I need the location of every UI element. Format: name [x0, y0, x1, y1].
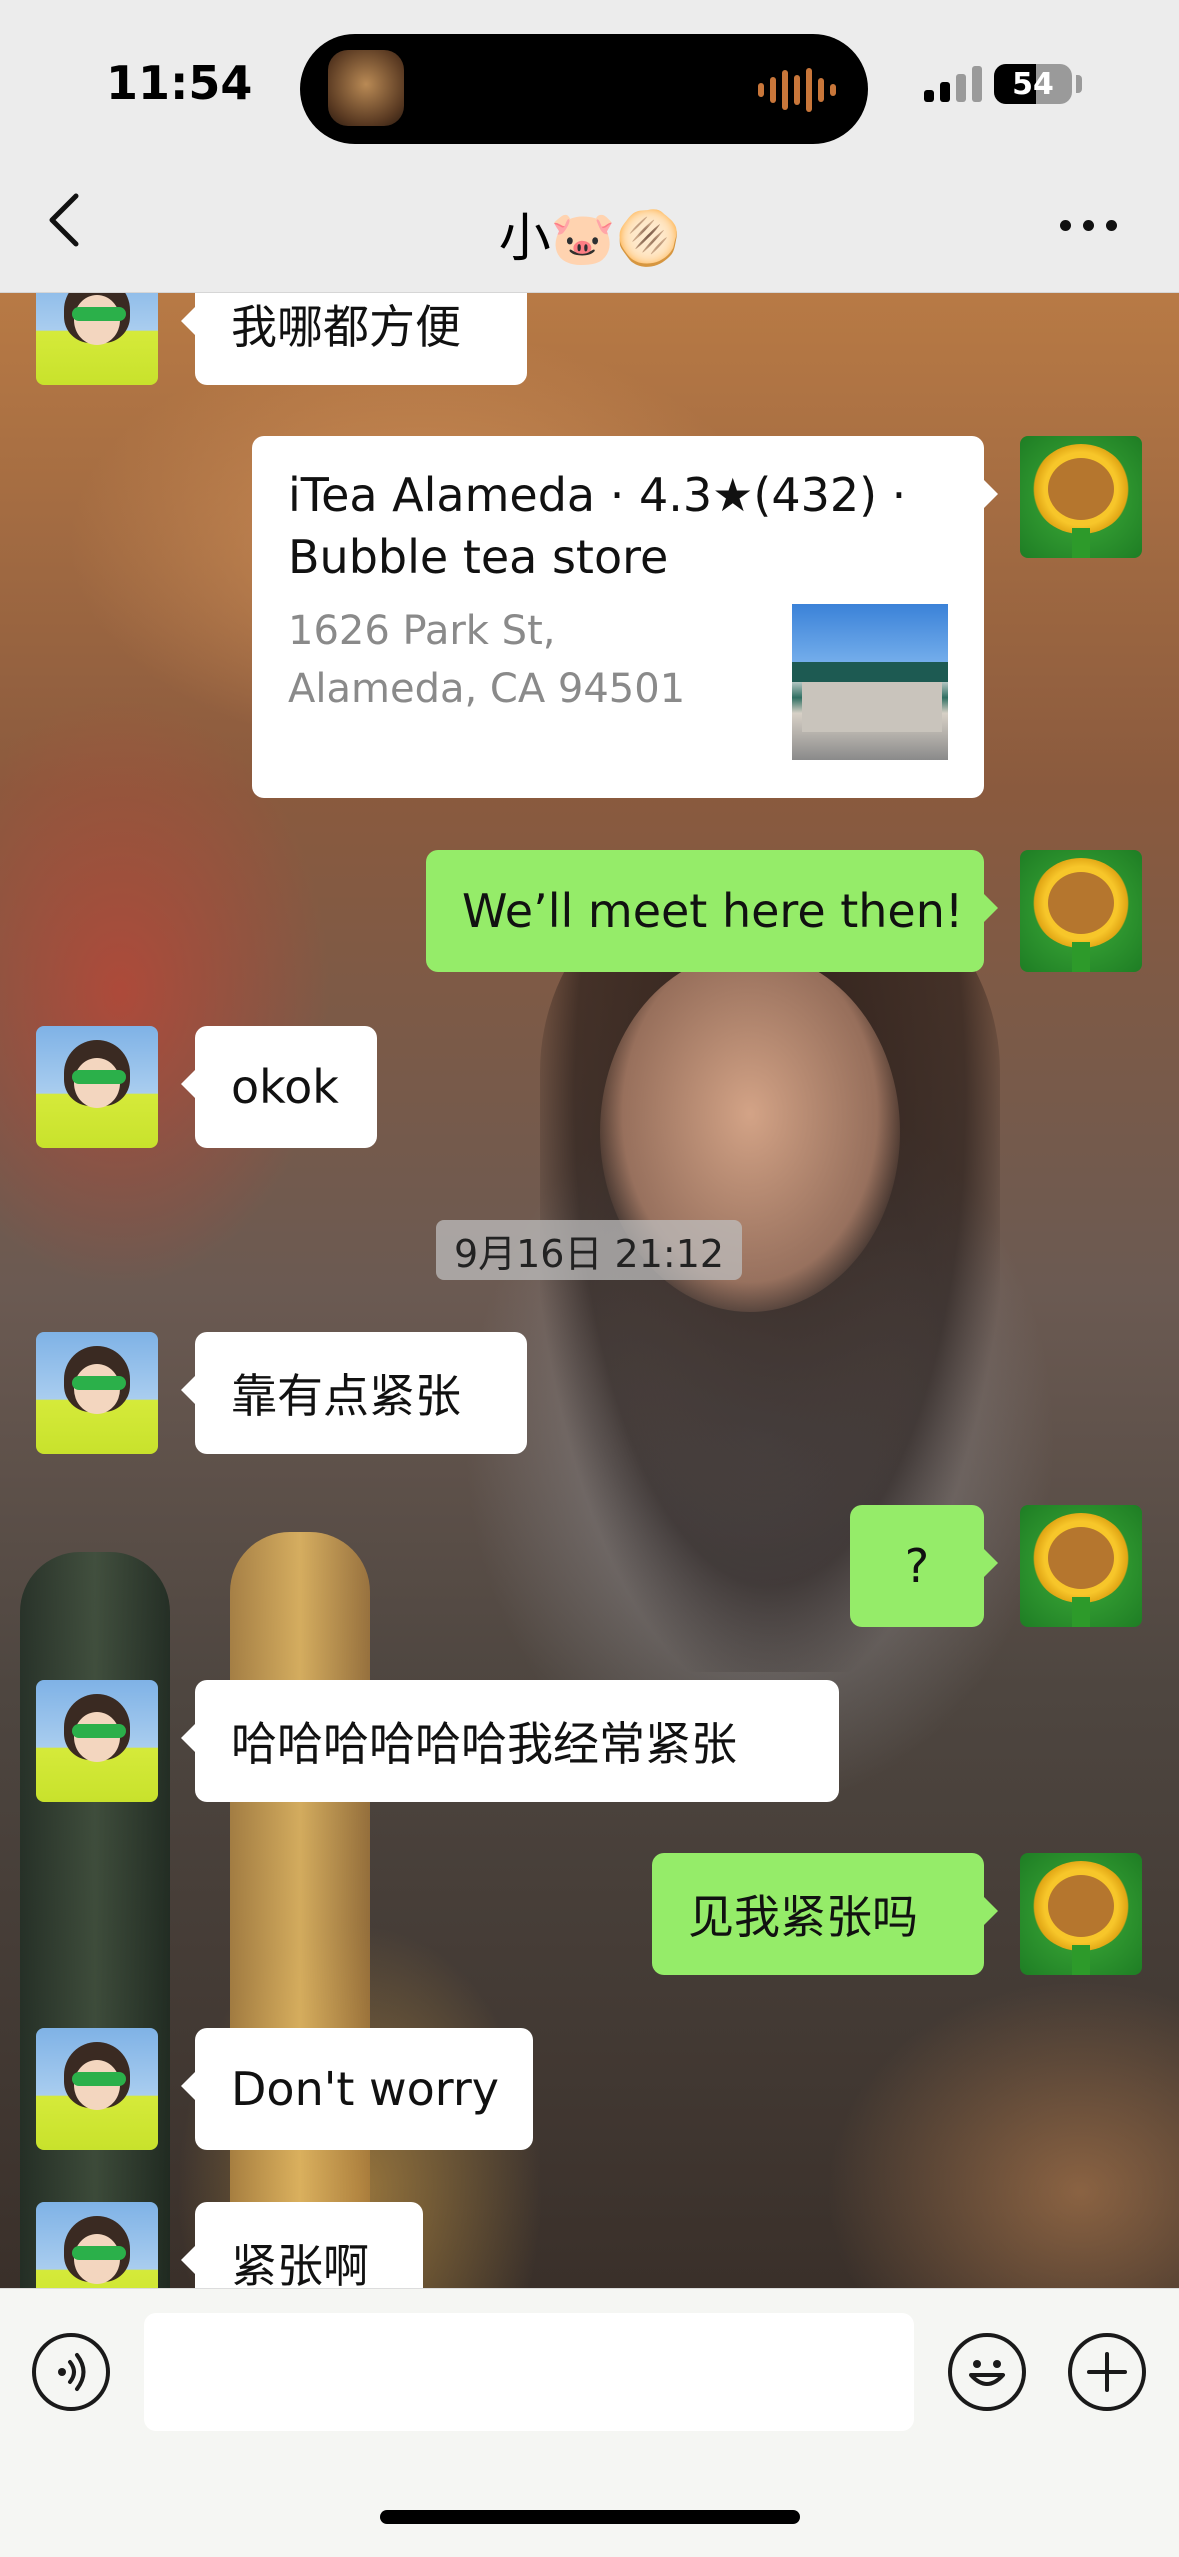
message-bubble[interactable]: We’ll meet here then!: [426, 850, 998, 972]
friend-avatar[interactable]: [36, 1332, 158, 1454]
location-title: iTea Alameda · 4.3★(432) · Bubble tea st…: [288, 468, 907, 584]
friend-avatar[interactable]: [36, 2028, 158, 2150]
plus-icon: [1087, 2352, 1127, 2392]
message-text: 我哪都方便: [231, 300, 461, 354]
chat-title: 小🐷🫓: [498, 209, 681, 269]
my-avatar[interactable]: [1020, 1505, 1142, 1627]
navigation-bar: 11:54 54 小🐷🫓: [0, 0, 1179, 293]
emoji-button[interactable]: [948, 2333, 1026, 2411]
battery-icon: 54: [994, 64, 1072, 104]
friend-avatar[interactable]: [36, 1026, 158, 1148]
cellular-signal-icon: [924, 62, 982, 102]
message-text: 紧张啊: [231, 2239, 369, 2293]
timestamp-divider: 9月16日 21:12: [436, 1220, 742, 1280]
message-bubble[interactable]: 哈哈哈哈哈哈我经常紧张: [181, 1680, 839, 1802]
status-time: 11:54: [106, 56, 253, 110]
voice-icon: [58, 2353, 86, 2391]
audio-waveform-icon: [758, 68, 836, 112]
more-button[interactable]: [1060, 200, 1140, 250]
message-text: 见我紧张吗: [688, 1890, 918, 1944]
friend-avatar[interactable]: [36, 1680, 158, 1802]
location-address: 1626 Park St, Alameda, CA 94501: [288, 608, 686, 712]
message-text: Don't worry: [231, 2062, 500, 2116]
home-indicator[interactable]: [380, 2510, 800, 2524]
message-input[interactable]: [144, 2313, 914, 2431]
message-text: 哈哈哈哈哈哈我经常紧张: [231, 1717, 737, 1771]
my-avatar[interactable]: [1020, 1853, 1142, 1975]
message-bubble[interactable]: 见我紧张吗: [652, 1853, 998, 1975]
message-text: 靠有点紧张: [231, 1369, 461, 1423]
battery-level: 54: [1012, 66, 1054, 102]
my-avatar[interactable]: [1020, 436, 1142, 558]
location-thumbnail: [792, 604, 948, 760]
my-avatar[interactable]: [1020, 850, 1142, 972]
dynamic-island[interactable]: [300, 34, 868, 144]
more-dots-icon: [1060, 219, 1071, 231]
message-bubble[interactable]: 靠有点紧张: [181, 1332, 527, 1454]
emoji-icon: [969, 2360, 1005, 2386]
voice-button[interactable]: [32, 2333, 110, 2411]
plus-button[interactable]: [1068, 2333, 1146, 2411]
location-card[interactable]: iTea Alameda · 4.3★(432) · Bubble tea st…: [252, 436, 998, 798]
battery-tip: [1076, 75, 1082, 93]
photo-amber-bottle: [230, 1532, 370, 2288]
message-bubble[interactable]: ?: [850, 1505, 998, 1627]
photo-green-bottle: [20, 1552, 170, 2288]
message-bubble[interactable]: okok: [181, 1026, 377, 1148]
message-bubble[interactable]: Don't worry: [181, 2028, 533, 2150]
message-text: okok: [231, 1060, 339, 1114]
message-text: We’ll meet here then!: [462, 884, 964, 938]
now-playing-artwork: [328, 50, 404, 126]
message-text: ?: [904, 1539, 930, 1593]
